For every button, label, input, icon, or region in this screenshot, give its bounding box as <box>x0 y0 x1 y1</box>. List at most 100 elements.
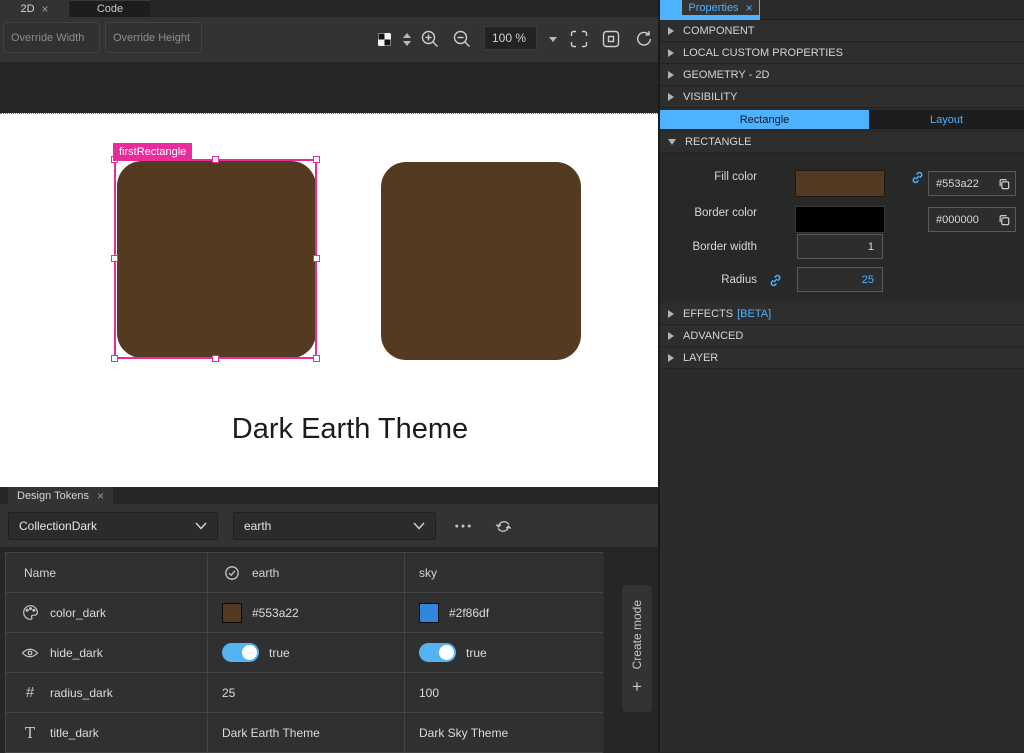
toolbar-lower-strip <box>0 62 658 113</box>
border-color-swatch[interactable] <box>795 206 885 233</box>
radius-value[interactable]: 25 <box>797 267 883 292</box>
plus-icon: + <box>632 677 642 697</box>
zoom-in-icon[interactable] <box>417 26 443 52</box>
copy-icon[interactable] <box>998 214 1010 226</box>
override-width-input[interactable] <box>3 22 100 53</box>
chevron-down-icon <box>668 139 676 145</box>
beta-badge: [BETA] <box>737 308 771 320</box>
section-rectangle[interactable]: RECTANGLE <box>660 132 1024 153</box>
resize-handle-s[interactable] <box>212 355 219 362</box>
zoom-dropdown-caret[interactable] <box>540 26 566 52</box>
sync-icon[interactable] <box>490 514 516 538</box>
toggle-on[interactable] <box>419 643 456 662</box>
column-header-earth[interactable]: earth <box>208 553 404 592</box>
tokens-tabbar: Design Tokens × <box>0 487 658 504</box>
resize-handle-ne[interactable] <box>313 156 320 163</box>
column-header-sky[interactable]: sky <box>405 553 604 592</box>
zoom-out-icon[interactable] <box>449 26 475 52</box>
copy-icon[interactable] <box>998 178 1010 190</box>
resize-handle-w[interactable] <box>111 255 118 262</box>
token-value-radius-dark-earth[interactable]: 25 <box>208 673 404 712</box>
tab-design-tokens[interactable]: Design Tokens × <box>8 487 113 504</box>
token-name-radius-dark[interactable]: # radius_dark <box>6 673 207 712</box>
tab-code[interactable]: Code <box>70 0 150 17</box>
resize-handle-sw[interactable] <box>111 355 118 362</box>
chevron-right-icon <box>668 310 674 318</box>
palette-icon <box>20 604 40 621</box>
text-icon: T <box>20 724 40 742</box>
more-options-icon[interactable]: ●●● <box>448 514 480 538</box>
color-swatch[interactable] <box>419 603 439 623</box>
token-value-hide-dark-sky[interactable]: true <box>405 633 604 672</box>
tab-2d[interactable]: 2D × <box>0 0 69 17</box>
border-color-row: Border color #000000 <box>660 196 1024 230</box>
group-value: earth <box>244 519 271 533</box>
fill-color-row: Fill color #553a22 <box>660 160 1024 194</box>
color-swatch[interactable] <box>222 603 242 623</box>
border-width-value[interactable]: 1 <box>797 234 883 259</box>
section-local-custom-properties[interactable]: LOCAL CUSTOM PROPERTIES <box>660 43 1024 64</box>
token-value-title-dark-earth[interactable]: Dark Earth Theme <box>208 713 404 752</box>
section-component[interactable]: COMPONENT <box>660 21 1024 42</box>
token-value-color-dark-earth[interactable]: #553a22 <box>208 593 404 632</box>
tokens-tab-label: Design Tokens <box>17 490 89 502</box>
token-name-title-dark[interactable]: T title_dark <box>6 713 207 752</box>
close-icon[interactable]: × <box>42 3 49 15</box>
token-value-radius-dark-sky[interactable]: 100 <box>405 673 604 712</box>
radius-label: Radius <box>660 274 757 286</box>
token-name-color-dark[interactable]: color_dark <box>6 593 207 632</box>
token-value-color-dark-sky[interactable]: #2f86df <box>405 593 604 632</box>
border-width-row: Border width 1 <box>660 232 1024 262</box>
toggle-on[interactable] <box>222 643 259 662</box>
border-color-value[interactable]: #000000 <box>928 207 1016 232</box>
section-layer[interactable]: LAYER <box>660 348 1024 369</box>
canvas-toolbar: 100 % <box>0 17 658 62</box>
chevron-right-icon <box>668 71 674 79</box>
section-advanced[interactable]: ADVANCED <box>660 326 1024 347</box>
eye-icon <box>20 647 40 659</box>
tab-2d-label: 2D <box>20 3 34 15</box>
tab-properties[interactable]: Properties × <box>682 0 759 15</box>
tokens-table: Name earth sky color_dark <box>5 552 603 753</box>
chevron-right-icon <box>668 332 674 340</box>
close-icon[interactable]: × <box>746 2 753 14</box>
reset-view-icon[interactable] <box>631 26 657 52</box>
zoom-level-input[interactable]: 100 % <box>484 26 537 50</box>
check-circle-icon <box>222 565 242 581</box>
group-dropdown[interactable]: earth <box>233 512 436 540</box>
column-header-name[interactable]: Name <box>6 553 207 592</box>
zoom-selection-icon[interactable] <box>566 26 592 52</box>
resize-handle-se[interactable] <box>313 355 320 362</box>
canvas-title-text[interactable]: Dark Earth Theme <box>180 413 520 446</box>
fill-color-value[interactable]: #553a22 <box>928 171 1016 196</box>
token-value-title-dark-sky[interactable]: Dark Sky Theme <box>405 713 604 752</box>
subtab-rectangle[interactable]: Rectangle <box>660 110 869 129</box>
token-name-hide-dark[interactable]: hide_dark <box>6 633 207 672</box>
number-icon: # <box>20 684 40 701</box>
fill-color-swatch[interactable] <box>795 170 885 197</box>
resize-handle-e[interactable] <box>313 255 320 262</box>
override-height-input[interactable] <box>105 22 202 53</box>
create-mode-button[interactable]: Create mode + <box>622 585 652 712</box>
chevron-down-icon <box>195 522 207 530</box>
section-visibility[interactable]: VISIBILITY <box>660 87 1024 108</box>
chevron-right-icon <box>668 27 674 35</box>
border-color-label: Border color <box>660 207 757 219</box>
fill-color-label: Fill color <box>660 171 757 183</box>
fit-screen-icon[interactable] <box>598 26 624 52</box>
design-canvas[interactable]: firstRectangle Dark Earth Theme <box>0 113 658 487</box>
create-mode-label: Create mode <box>630 600 644 669</box>
section-geometry-2d[interactable]: GEOMETRY - 2D <box>660 65 1024 86</box>
collection-dropdown[interactable]: CollectionDark <box>8 512 218 540</box>
component-subtabs: Rectangle Layout <box>660 110 1024 129</box>
section-effects[interactable]: EFFECTS[BETA] <box>660 304 1024 325</box>
binding-link-icon[interactable] <box>768 273 783 288</box>
selection-outline <box>114 159 317 359</box>
subtab-layout[interactable]: Layout <box>869 110 1024 129</box>
close-icon[interactable]: × <box>97 490 104 502</box>
binding-link-icon[interactable] <box>910 170 925 185</box>
tokens-toolbar: CollectionDark earth ●●● <box>0 504 658 547</box>
resize-handle-n[interactable] <box>212 156 219 163</box>
second-rectangle[interactable] <box>381 162 581 360</box>
token-value-hide-dark-earth[interactable]: true <box>208 633 404 672</box>
